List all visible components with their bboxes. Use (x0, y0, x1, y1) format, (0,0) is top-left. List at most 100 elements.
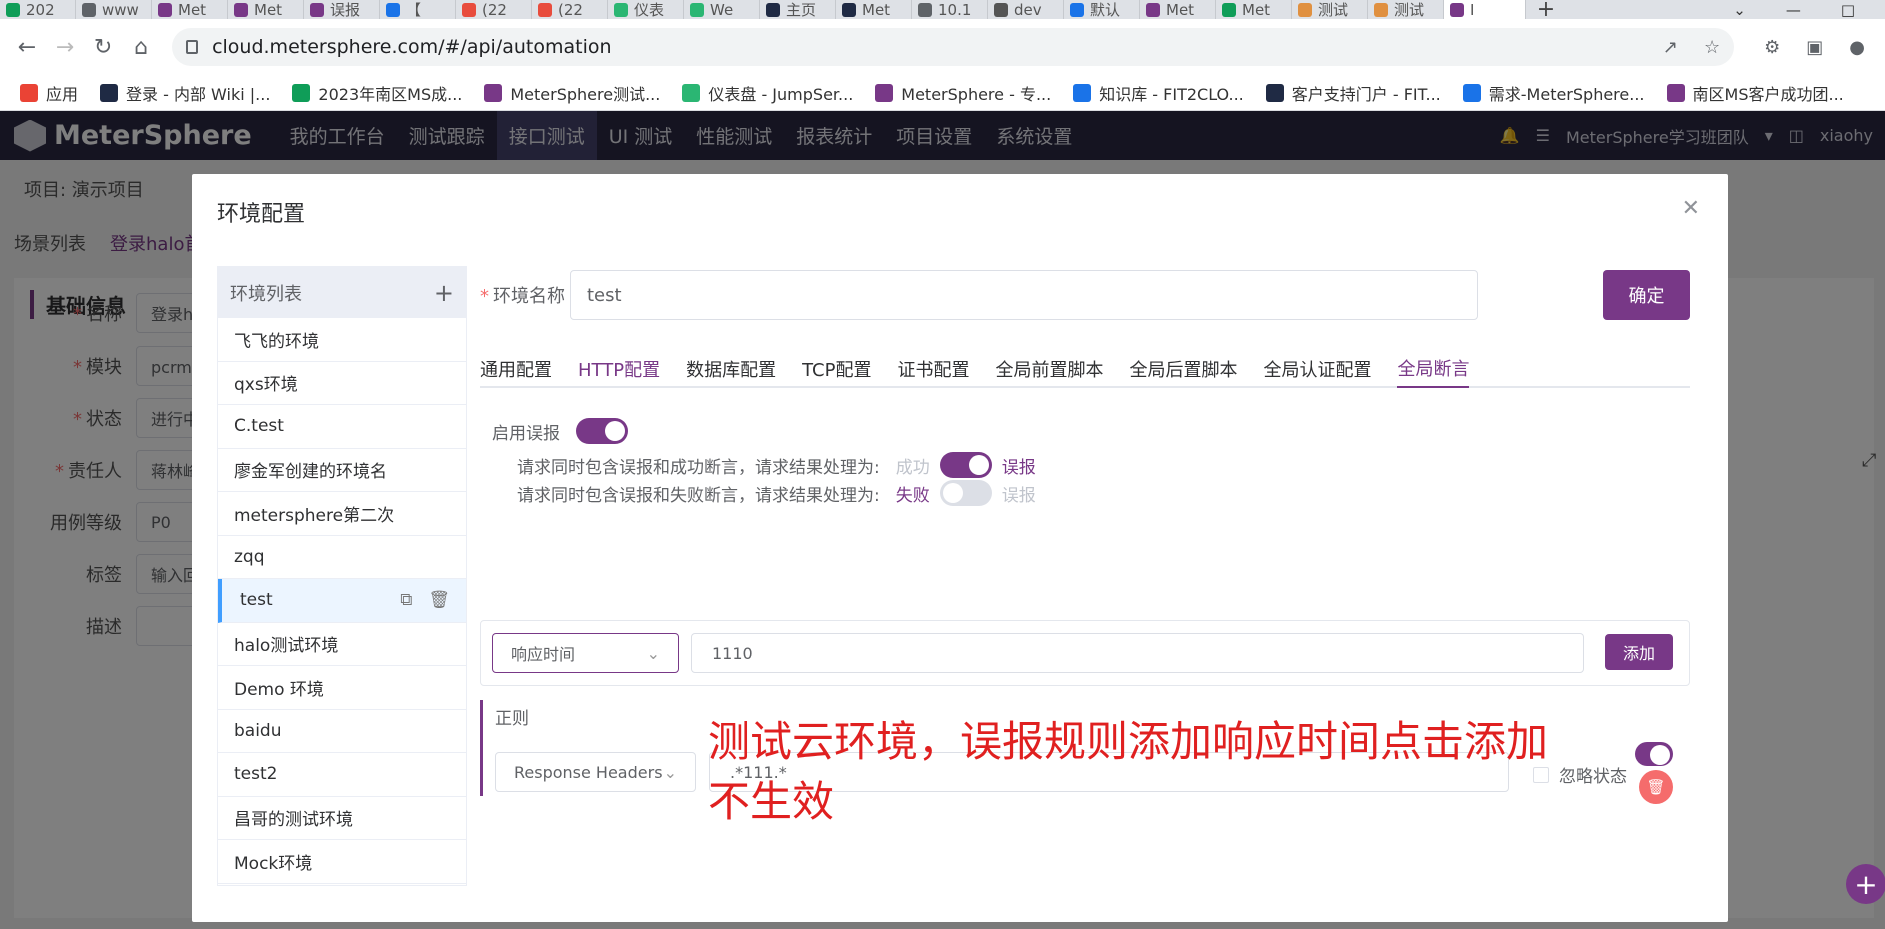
response-time-input[interactable]: 1110 (691, 633, 1584, 673)
tab-favicon-icon (1450, 2, 1464, 17)
environment-item[interactable]: Mock环境 (218, 840, 466, 884)
browser-tab-label: (22 (558, 0, 583, 19)
environment-name: zqq (234, 546, 265, 567)
bookmark-item[interactable]: 需求-MeterSphere... (1462, 81, 1645, 105)
environment-item[interactable]: 昌哥的测试环境 (218, 797, 466, 840)
env-name-input[interactable]: test (570, 270, 1478, 320)
close-icon[interactable]: ✕ (1682, 196, 1700, 221)
share-icon[interactable]: ↗ (1663, 37, 1678, 58)
rule-success-switch[interactable] (939, 452, 992, 478)
browser-tab[interactable]: (22 (532, 0, 608, 19)
tab-favicon-icon (918, 2, 932, 17)
trash-icon[interactable]: 🗑 (428, 590, 450, 610)
config-tab[interactable]: 全局断言 (1397, 350, 1470, 388)
bookmark-favicon-icon (875, 83, 894, 102)
bookmark-favicon-icon (484, 83, 503, 102)
bookmark-favicon-icon (1666, 83, 1685, 102)
environment-item[interactable]: zqq (218, 536, 466, 579)
browser-tab[interactable]: We (684, 0, 760, 19)
config-tab[interactable]: HTTP配置 (578, 350, 660, 388)
bookmark-item[interactable]: 登录 - 内部 Wiki |... (100, 81, 270, 105)
environment-item[interactable]: test2 (218, 753, 466, 797)
tab-search-icon[interactable]: ⌄ (1733, 1, 1746, 19)
sidepanel-icon[interactable]: ▣ (1806, 37, 1823, 58)
browser-tab[interactable]: Met (228, 0, 304, 19)
profile-icon[interactable]: ● (1849, 37, 1865, 58)
browser-tab-label: We (710, 0, 734, 19)
home-icon[interactable]: ⌂ (130, 35, 152, 60)
bookmark-item[interactable]: MeterSphere - 专... (875, 81, 1051, 105)
delete-regex-icon[interactable]: 🗑 (1639, 770, 1673, 804)
enable-false-alarm-label: 启用误报 (492, 423, 560, 444)
bookmark-item[interactable]: 客户支持门户 - FIT... (1265, 81, 1441, 105)
back-icon[interactable]: ← (16, 35, 38, 60)
maximize-icon[interactable]: □ (1841, 1, 1855, 19)
reload-icon[interactable]: ↻ (92, 35, 114, 60)
add-assertion-button[interactable]: 添加 (1605, 634, 1673, 670)
confirm-button[interactable]: 确定 (1603, 270, 1690, 320)
browser-tab[interactable]: 测试 (1292, 0, 1368, 19)
config-tab[interactable]: 数据库配置 (686, 350, 776, 388)
extensions-icon[interactable]: ⚙ (1764, 37, 1780, 58)
bookmark-item[interactable]: 2023年南区MS成... (292, 81, 462, 105)
environment-item[interactable]: 廖金军创建的环境名 (218, 449, 466, 492)
config-tab[interactable]: 通用配置 (480, 350, 552, 388)
bookmark-item[interactable]: 仪表盘 - JumpSer... (682, 81, 853, 105)
browser-tab[interactable]: Met (1140, 0, 1216, 19)
forward-icon[interactable]: → (54, 35, 76, 60)
config-tab[interactable]: 全局后置脚本 (1129, 350, 1237, 388)
address-bar[interactable]: cloud.metersphere.com/#/api/automation ↗… (172, 28, 1735, 66)
browser-tab[interactable]: Met (152, 0, 228, 19)
environment-item[interactable]: metersphere第二次 (218, 492, 466, 536)
environment-item[interactable]: Demo 环境 (218, 666, 466, 710)
environment-name: test2 (234, 764, 278, 785)
assertion-type-select[interactable]: 响应时间 ⌄ (492, 633, 679, 673)
bookmark-label: 需求-MeterSphere... (1488, 84, 1645, 104)
browser-tab[interactable]: I (1444, 0, 1526, 19)
bookmark-favicon-icon (1462, 83, 1481, 102)
regex-enable-switch[interactable] (1635, 742, 1673, 766)
floating-add-button[interactable]: + (1846, 864, 1885, 904)
minimize-icon[interactable]: — (1786, 1, 1801, 19)
browser-tab[interactable]: Met (836, 0, 912, 19)
bookmark-star-icon[interactable]: ☆ (1704, 37, 1720, 58)
browser-tab[interactable]: 202 (0, 0, 76, 19)
browser-tab[interactable]: www (76, 0, 152, 19)
browser-tab[interactable]: (22 (456, 0, 532, 19)
environment-item[interactable]: C.test (218, 405, 466, 449)
environment-item[interactable]: qxs环境 (218, 362, 466, 405)
environment-item[interactable]: test ⧉ 🗑 (218, 579, 466, 623)
config-tab[interactable]: TCP配置 (802, 350, 871, 388)
regex-subject-select[interactable]: Response Headers ⌄ (495, 752, 696, 792)
browser-tab[interactable]: Met (1216, 0, 1292, 19)
bookmark-item[interactable]: 知识库 - FIT2CLO... (1073, 81, 1244, 105)
environment-item[interactable]: halo测试环境 (218, 623, 466, 666)
config-tab[interactable]: 证书配置 (897, 350, 969, 388)
url-text[interactable]: cloud.metersphere.com/#/api/automation (212, 36, 611, 58)
environment-item[interactable]: baidu (218, 710, 466, 753)
bookmark-item[interactable]: 应用 (20, 81, 78, 105)
copy-icon[interactable]: ⧉ (400, 590, 412, 610)
bookmark-item[interactable]: 南区MS客户成功团... (1666, 81, 1844, 105)
browser-tab[interactable]: 默认 (1064, 0, 1140, 19)
enable-false-alarm-switch[interactable] (576, 418, 628, 444)
environment-name: C.test (234, 416, 284, 437)
environment-item[interactable]: 飞飞的环境 (218, 318, 466, 362)
bookmark-label: 南区MS客户成功团... (1692, 84, 1844, 104)
browser-tab[interactable]: 10.1 (912, 0, 988, 19)
browser-tab[interactable]: 【 (380, 0, 456, 19)
config-tab[interactable]: 全局认证配置 (1263, 350, 1371, 388)
chevron-down-icon: ⌄ (663, 762, 677, 782)
config-tab[interactable]: 全局前置脚本 (995, 350, 1103, 388)
browser-tab[interactable]: 测试 (1368, 0, 1444, 19)
new-tab-button[interactable]: + (1526, 0, 1566, 19)
browser-tab[interactable]: dev (988, 0, 1064, 19)
browser-tab[interactable]: 仪表 (608, 0, 684, 19)
bookmark-item[interactable]: MeterSphere测试... (484, 81, 660, 105)
browser-tab[interactable]: 主页 (760, 0, 836, 19)
browser-tab[interactable]: 误报 (304, 0, 380, 19)
tab-favicon-icon (766, 2, 780, 17)
rule-success-text: 请求同时包含误报和成功断言，请求结果处理为: (517, 457, 880, 478)
rule-fail-switch[interactable] (939, 480, 992, 506)
add-environment-icon[interactable]: + (434, 279, 454, 307)
